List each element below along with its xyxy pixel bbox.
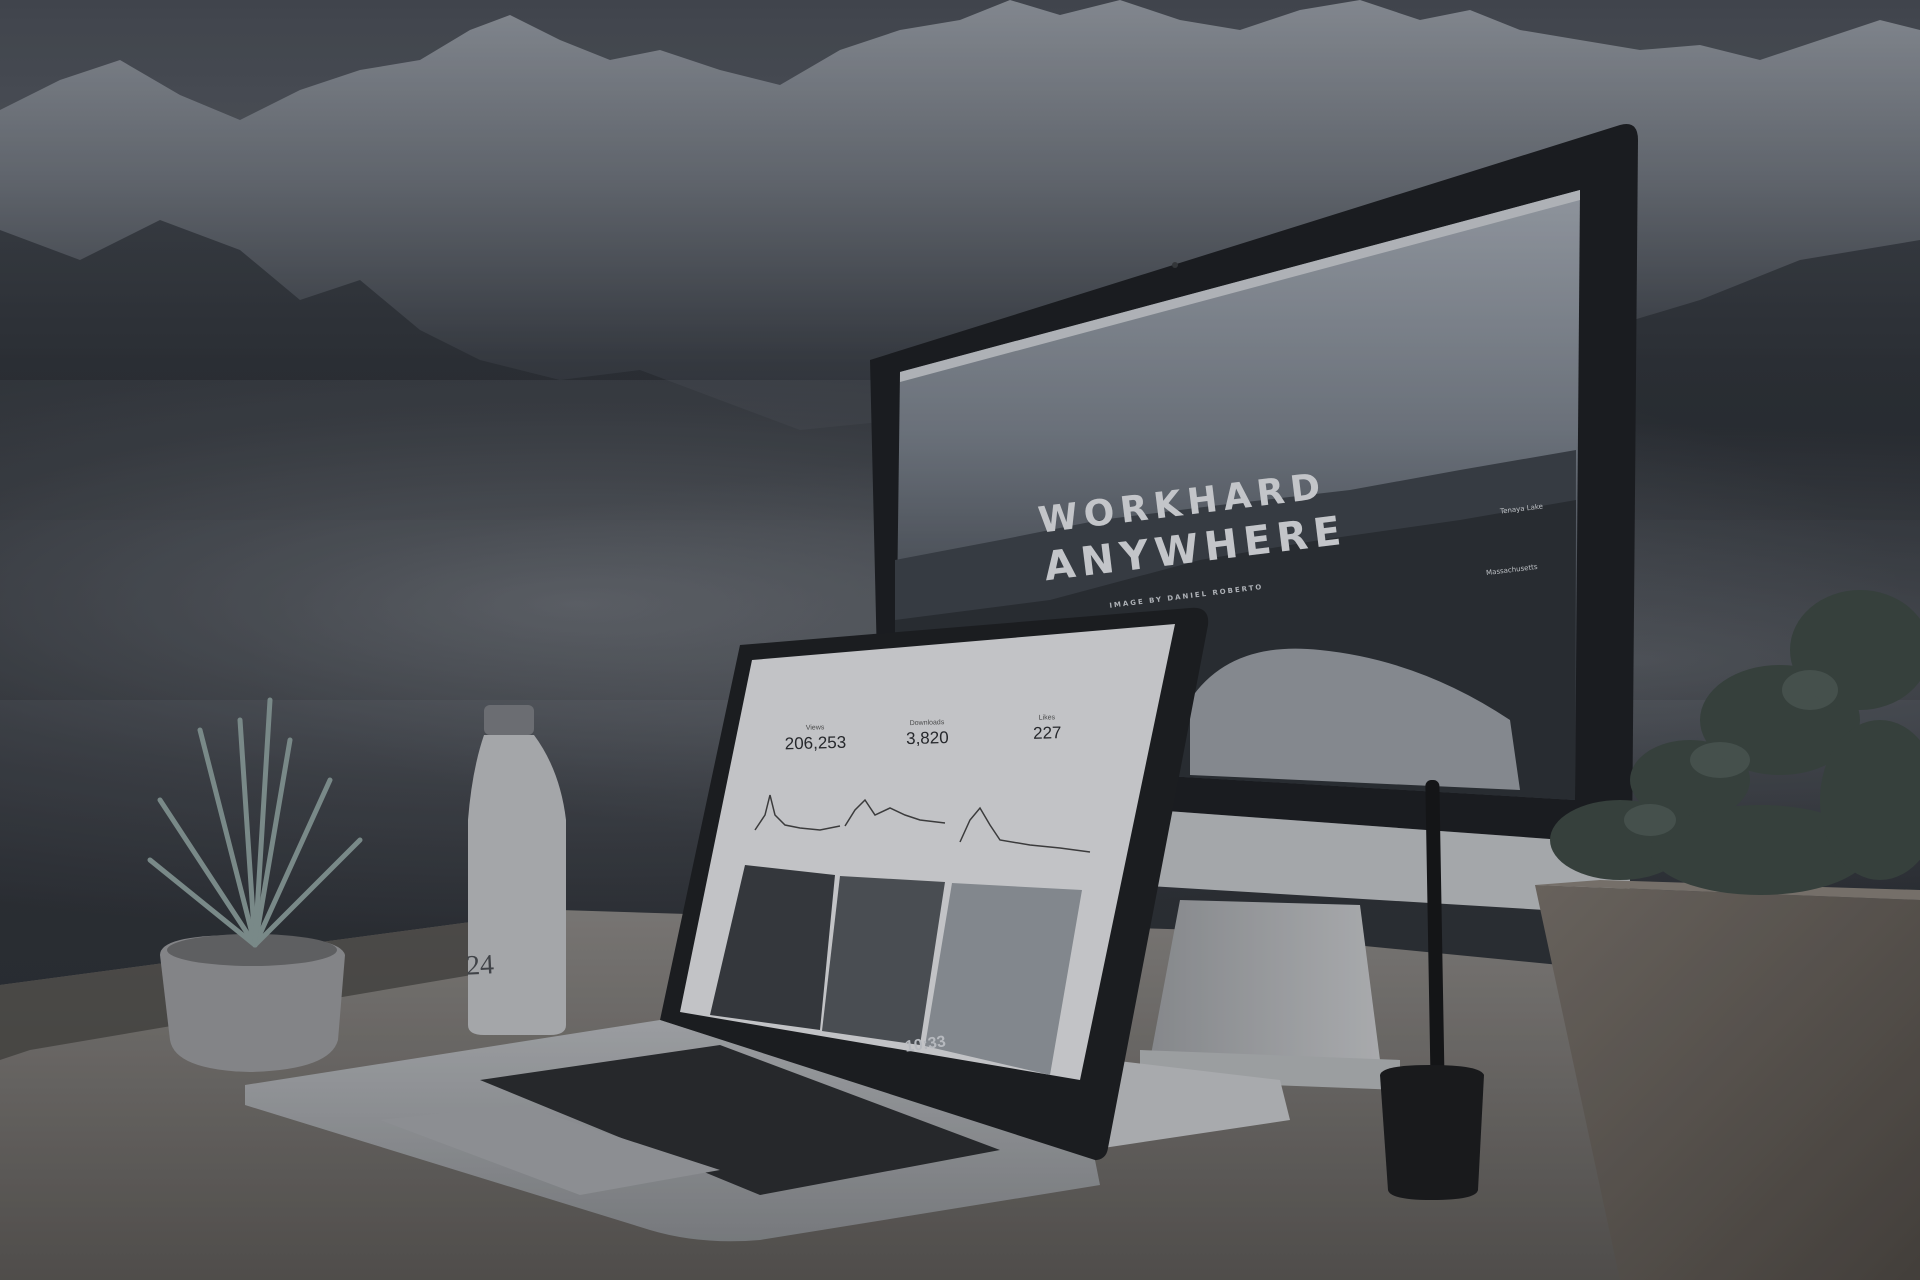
workspace-scene: WORKHARD ANYWHERE IMAGE BY DANIEL ROBERT… (0, 0, 1920, 1280)
dark-overlay (0, 0, 1920, 1280)
